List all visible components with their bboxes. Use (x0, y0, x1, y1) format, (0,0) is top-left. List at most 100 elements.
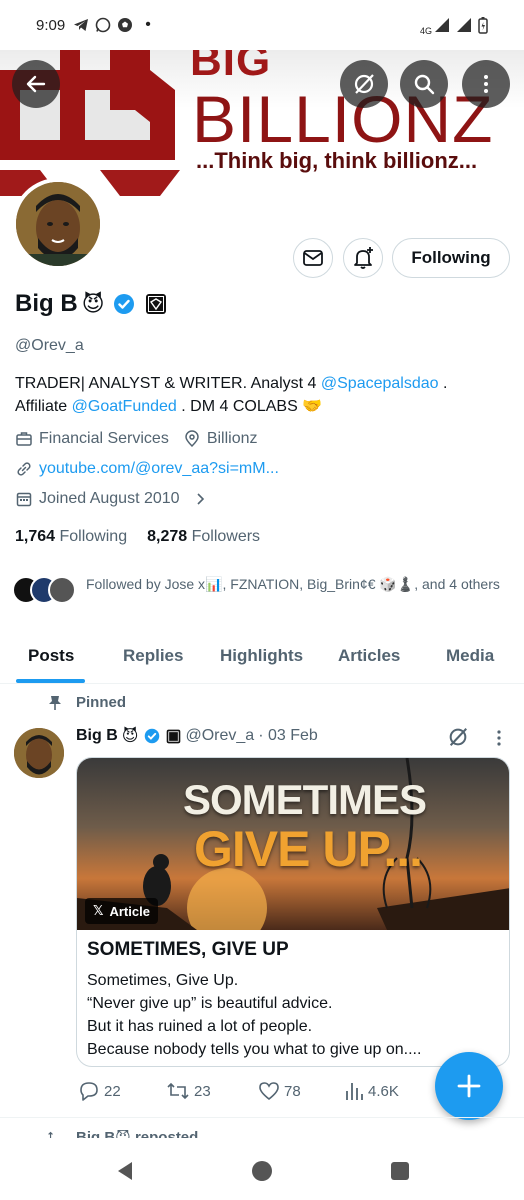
status-time: 9:09 (36, 16, 66, 34)
profile-meta-line-2: youtube.com/@orev_aa?si=mM... (15, 460, 279, 478)
tab-posts[interactable]: Posts (28, 646, 74, 666)
article-line: Because nobody tells you what to give up… (87, 1041, 422, 1058)
bio-text-4: . DM 4 COLABS (176, 398, 303, 415)
verified-badge-icon (145, 728, 160, 744)
heart-icon (259, 1082, 279, 1101)
tab-media[interactable]: Media (446, 646, 494, 666)
profile-handle: @Orev_a (15, 337, 84, 354)
following-button[interactable]: Following (392, 238, 510, 278)
profile-category: Financial Services (39, 430, 169, 447)
following-count-link[interactable]: 1,764 Following (15, 528, 127, 546)
following-label: Following (59, 528, 128, 545)
calendar-icon (16, 492, 32, 507)
bio-text-3: Affiliate (15, 398, 72, 415)
repost-count: 23 (194, 1082, 211, 1100)
profile-name-emoji: 😈 (81, 291, 105, 316)
telegram-icon (74, 19, 89, 31)
like-button[interactable]: 78 (258, 1080, 301, 1102)
cover-title-line1: SOMETIMES (183, 776, 427, 823)
back-button[interactable] (12, 60, 60, 108)
grok-icon (354, 74, 374, 94)
repost-icon (167, 1082, 189, 1100)
profile-website-link[interactable]: youtube.com/@orev_aa?si=mM... (39, 460, 279, 478)
reply-button[interactable]: 22 (78, 1080, 121, 1102)
grok-button[interactable] (340, 60, 388, 108)
tab-highlights[interactable]: Highlights (220, 646, 303, 666)
tab-replies[interactable]: Replies (123, 646, 183, 666)
compose-post-button[interactable] (435, 1052, 503, 1120)
post-header: Big B 😈 @Orev_a · 03 Feb (76, 726, 318, 746)
notifications-button[interactable] (343, 238, 383, 278)
profile-counts: 1,764 Following 8,278 Followers (15, 528, 260, 546)
banner-brand-top: BIG (190, 50, 272, 85)
nav-back-icon[interactable] (114, 1160, 136, 1182)
status-notification-icons: • (73, 16, 151, 34)
avatar-illustration-icon (14, 728, 64, 778)
plus-icon (457, 1074, 481, 1098)
search-button[interactable] (400, 60, 448, 108)
like-count: 78 (284, 1082, 301, 1100)
following-count: 1,764 (15, 528, 56, 545)
post-author-name[interactable]: Big B (76, 727, 118, 745)
message-button[interactable] (293, 238, 333, 278)
handshake-emoji: 🤝 (302, 398, 323, 415)
reply-icon (80, 1082, 98, 1101)
soccer-ball-icon (118, 18, 133, 32)
profile-meta-line-3[interactable]: Joined August 2010 (15, 490, 208, 508)
article-card[interactable]: SOMETIMES GIVE UP... 𝕏 Article SOMETIMES… (76, 757, 510, 1067)
link-icon (17, 462, 31, 476)
article-badge-label: Article (109, 903, 150, 919)
verified-badge-icon (113, 294, 134, 314)
envelope-icon (303, 250, 323, 266)
network-type: 4G (419, 26, 432, 36)
followed-by[interactable]: Followed by Jose x📊, FZNATION, Big_Brin¢… (12, 574, 512, 604)
followed-by-avatars (12, 576, 76, 604)
chevron-right-icon (196, 493, 204, 505)
pinned-label: Pinned (76, 694, 127, 711)
search-icon (414, 74, 435, 95)
post-divider (0, 1117, 524, 1118)
bio-mention-goatfunded[interactable]: @GoatFunded (72, 398, 177, 415)
profile-bio: TRADER| ANALYST & WRITER. Analyst 4 @Spa… (15, 372, 509, 418)
profile-meta-line-1: Financial Services Billionz (15, 430, 258, 448)
repost-button[interactable]: 23 (166, 1080, 211, 1102)
active-tab-indicator (16, 679, 85, 683)
follower-avatar (48, 576, 76, 604)
affiliate-badge-icon (145, 294, 166, 314)
profile-banner[interactable]: BIG BILLIONZ ...Think big, think billion… (0, 50, 524, 196)
post-author-handle[interactable]: @Orev_a (185, 727, 254, 745)
views-bar-chart-icon (346, 1083, 363, 1100)
banner-tagline: ...Think big, think billionz... (196, 148, 478, 173)
post-more-icon[interactable] (495, 729, 503, 747)
bio-mention-spacepalsdao[interactable]: @Spacepalsdao (321, 375, 439, 392)
more-options-button[interactable] (462, 60, 510, 108)
avatar-illustration-icon (16, 182, 100, 266)
post-date[interactable]: · 03 Feb (258, 727, 318, 745)
nav-home-icon[interactable] (251, 1160, 273, 1182)
bell-plus-icon (354, 247, 373, 269)
cover-title-line2: GIVE UP... (194, 821, 423, 877)
battery-icon (478, 16, 488, 34)
grok-icon[interactable] (447, 726, 469, 748)
bio-text-1: TRADER| ANALYST & WRITER. Analyst 4 (15, 375, 321, 392)
affiliate-badge-icon (167, 729, 181, 743)
profile-name-row: Big B 😈 (15, 290, 167, 318)
article-preview: Sometimes, Give Up. “Never give up” is b… (87, 969, 501, 1061)
signal-icon (435, 18, 449, 32)
reply-count: 22 (104, 1082, 121, 1100)
followers-count: 8,278 (147, 528, 188, 545)
nav-recents-icon[interactable] (389, 1160, 411, 1182)
profile-avatar[interactable] (12, 178, 104, 270)
followers-count-link[interactable]: 8,278 Followers (147, 528, 260, 546)
article-line: Sometimes, Give Up. (87, 972, 239, 989)
whatsapp-icon (95, 17, 111, 33)
tab-articles[interactable]: Articles (338, 646, 400, 666)
bio-text-2: . (438, 375, 448, 392)
profile-joined: Joined August 2010 (39, 490, 180, 507)
post-author-emoji: 😈 (121, 728, 139, 745)
signal-icon-2 (457, 18, 471, 32)
views-button[interactable]: 4.6K (344, 1080, 399, 1102)
post-author-avatar[interactable] (14, 728, 64, 778)
article-badge: 𝕏 Article (85, 898, 158, 924)
pin-icon (49, 695, 61, 710)
